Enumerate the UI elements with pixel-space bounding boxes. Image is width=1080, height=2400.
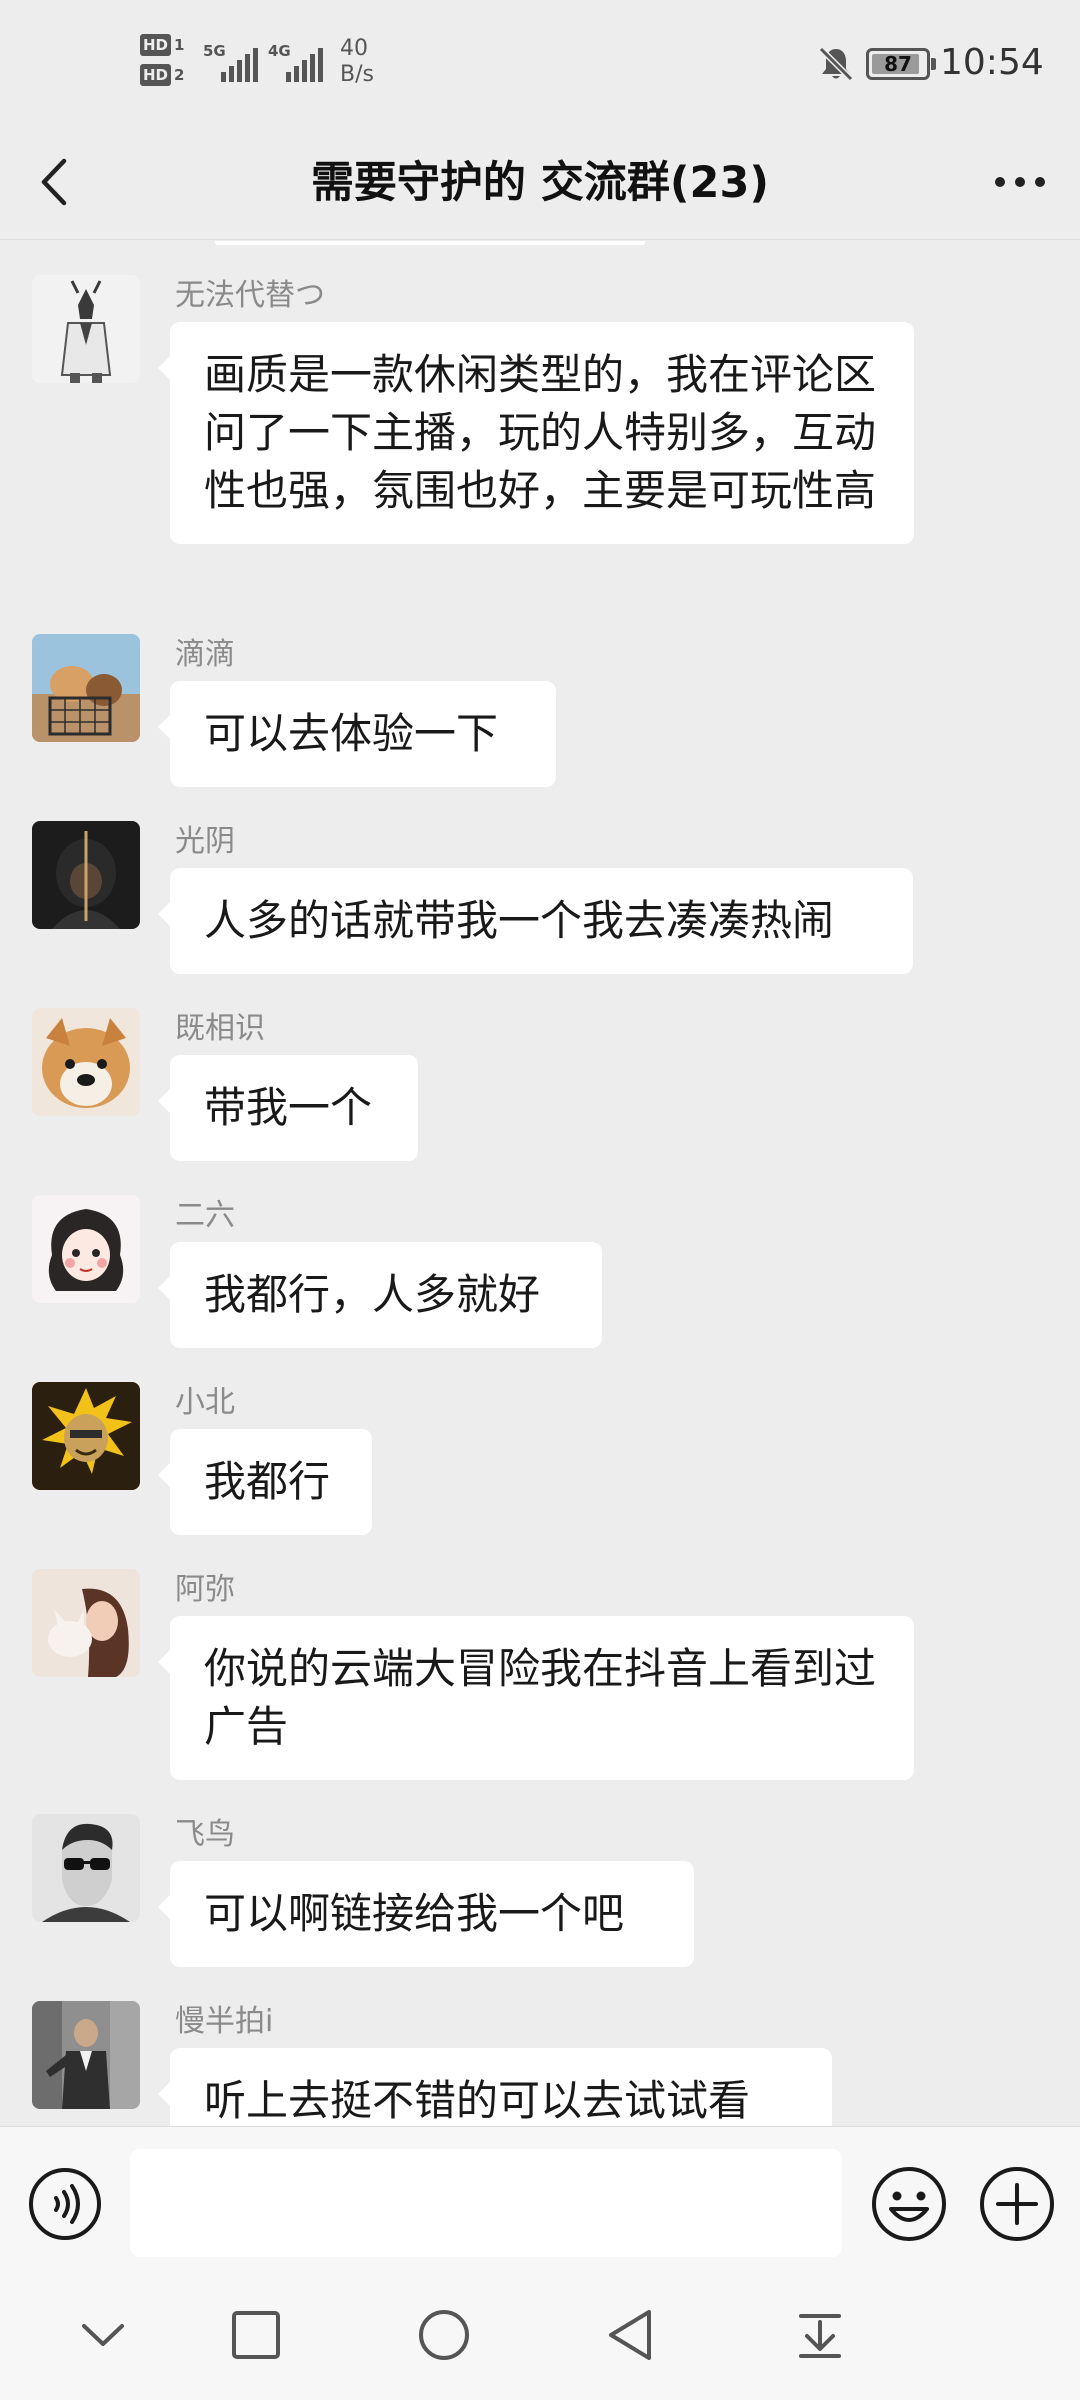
avatar[interactable] [32, 1814, 140, 1922]
avatar[interactable] [32, 275, 140, 383]
message-input[interactable] [130, 2149, 842, 2257]
sim-indicators: HD 1 HD 2 [140, 34, 192, 94]
voice-button[interactable] [28, 2167, 102, 2241]
battery-icon: 87 [866, 48, 936, 80]
message-list[interactable]: 无法代替つ 画质是一款休闲类型的，我在评论区问了一下主播，玩的人特别多，互动性也… [0, 241, 1080, 2126]
chevron-down-icon [82, 2324, 124, 2346]
message-bubble[interactable]: 听上去挺不错的可以去试试看 [158, 2048, 832, 2126]
avatar[interactable] [32, 634, 140, 742]
input-bar [0, 2126, 1080, 2278]
recents-button[interactable] [221, 2300, 291, 2370]
network-speed: 40 B/s [340, 36, 374, 87]
back-nav-button[interactable] [597, 2300, 667, 2370]
emoji-button[interactable] [870, 2165, 948, 2243]
sender-name: 滴滴 [175, 637, 235, 672]
avatar[interactable] [32, 2001, 140, 2109]
back-triangle-icon [609, 2310, 651, 2360]
sender-name: 二六 [175, 1198, 235, 1233]
plus-icon [980, 2167, 1054, 2241]
avatar[interactable] [32, 1382, 140, 1490]
message-bubble[interactable]: 你说的云端大冒险我在抖音上看到过广告 [158, 1616, 914, 1780]
sim2-indicator: HD 2 [140, 64, 192, 86]
avatar[interactable] [32, 1195, 140, 1303]
sender-name: 既相识 [175, 1011, 265, 1046]
notification-pull-icon [799, 2314, 841, 2358]
more-actions-button[interactable] [978, 2165, 1056, 2243]
sender-name: 飞鸟 [175, 1817, 235, 1852]
sender-name: 光阴 [175, 824, 235, 859]
previous-message-edge [215, 241, 645, 245]
notification-pull-button[interactable] [785, 2300, 855, 2370]
hide-nav-button[interactable] [68, 2300, 138, 2370]
avatar[interactable] [32, 821, 140, 929]
signal-5g-icon: 5G [203, 40, 263, 84]
sim1-indicator: HD 1 [140, 34, 192, 56]
wechat-group-chat-screen: HD 1 HD 2 5G 4G 40 B/s 87 10:54 需要守护的 交流… [0, 0, 1080, 2400]
signal-4g-icon: 4G [268, 40, 328, 84]
clock: 10:54 [940, 42, 1044, 83]
more-dots-icon [995, 177, 1045, 187]
chevron-left-icon [41, 158, 67, 206]
more-button[interactable] [980, 147, 1060, 217]
home-circle-icon [419, 2310, 469, 2360]
recents-square-icon [232, 2311, 280, 2359]
message-bubble[interactable]: 可以啊链接给我一个吧 [158, 1861, 694, 1967]
avatar[interactable] [32, 1008, 140, 1116]
sender-name: 小北 [175, 1385, 235, 1420]
system-nav-bar [0, 2278, 1080, 2400]
message-bubble[interactable]: 人多的话就带我一个我去凑凑热闹 [158, 868, 913, 974]
message-bubble[interactable]: 我都行，人多就好 [158, 1242, 602, 1348]
sender-name: 慢半拍i [175, 2004, 274, 2039]
home-button[interactable] [409, 2300, 479, 2370]
message-bubble[interactable]: 我都行 [158, 1429, 372, 1535]
bell-muted-icon [816, 44, 856, 84]
chat-title: 需要守护的 交流群(23) [310, 158, 770, 208]
chat-header: 需要守护的 交流群(23) [0, 125, 1080, 240]
voice-icon [29, 2168, 101, 2240]
status-bar: HD 1 HD 2 5G 4G 40 B/s 87 10:54 [0, 0, 1080, 125]
message-bubble[interactable]: 画质是一款休闲类型的，我在评论区问了一下主播，玩的人特别多，互动性也强，氛围也好… [158, 322, 914, 544]
back-button[interactable] [20, 147, 90, 217]
avatar[interactable] [32, 1569, 140, 1677]
sender-name: 无法代替つ [175, 278, 325, 313]
emoji-icon [872, 2167, 946, 2241]
message-bubble[interactable]: 带我一个 [158, 1055, 418, 1161]
battery-level: 87 [884, 52, 912, 76]
sender-name: 阿弥 [175, 1572, 235, 1607]
message-bubble[interactable]: 可以去体验一下 [158, 681, 556, 787]
